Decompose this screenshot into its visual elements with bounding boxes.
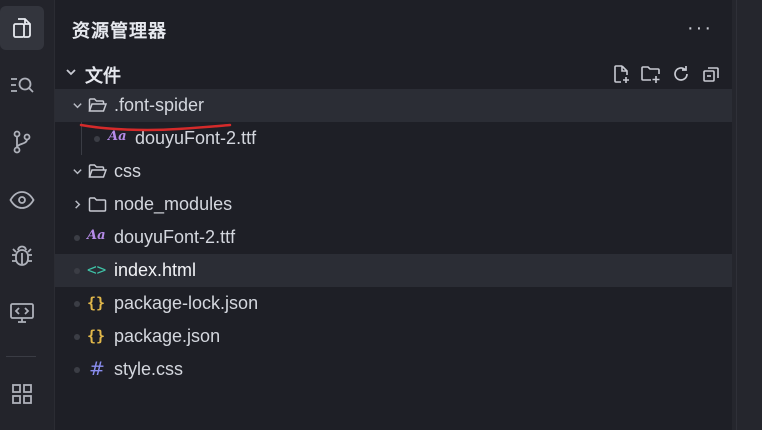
json-file-icon: {} [87,327,106,345]
bullet-dot [74,235,80,241]
folder-open-icon [88,164,107,178]
tree-item-node-modules[interactable]: node_modules [55,188,732,221]
section-title: 文件 [85,66,121,86]
new-folder-button[interactable] [639,62,663,86]
files-icon [13,18,31,38]
preview-button[interactable] [0,178,44,222]
tree-item-label: package.json [114,326,221,346]
tree-item-label: node_modules [114,194,233,214]
collapse-all-icon [703,67,719,82]
editor-area-edge [732,0,762,430]
activity-bar [0,0,55,430]
tree-item-label: .font-spider [114,95,205,115]
tree-item-label: css [114,161,141,181]
source-control-icon [13,130,31,154]
divider [736,0,737,430]
explorer-header: 资源管理器 ··· [55,0,732,56]
remote-explorer-button[interactable] [0,291,44,335]
folder-icon [88,197,107,212]
tree-item-css[interactable]: css [55,155,732,188]
font-file-icon: Aa [87,228,106,243]
tree-item-label: index.html [114,260,197,280]
section-actions [609,62,723,86]
activity-separator [6,356,36,357]
explorer-title: 资源管理器 [72,21,167,41]
refresh-button[interactable] [669,62,693,86]
preview-icon [9,191,35,209]
tree-item-label: douyuFont-2.ttf [114,227,236,247]
red-underline-annotation [79,123,232,132]
chevron-down-icon [73,169,82,175]
new-file-icon [614,65,629,83]
explorer-sidebar: 资源管理器 ··· 文件 .font-spider Aa douyuFont-2… [55,0,732,430]
search-icon [11,77,34,93]
chevron-right-icon [75,200,81,209]
bullet-dot [94,136,100,142]
extensions-button[interactable] [0,372,44,416]
chevron-down-icon [73,103,82,109]
files-button[interactable] [0,6,44,50]
more-actions-button[interactable]: ··· [687,18,713,38]
tree-item-index-html[interactable]: <> index.html [55,254,732,287]
css-file-icon: # [89,358,105,380]
json-file-icon: {} [87,294,106,312]
bullet-dot [74,268,80,274]
remote-explorer-icon [10,303,34,323]
files-section-header[interactable]: 文件 [55,58,732,88]
debug-icon [12,245,32,266]
chevron-down-icon [66,69,76,76]
search-button[interactable] [0,63,44,107]
extensions-icon [12,384,32,404]
tree-item-style-css[interactable]: # style.css [55,353,732,386]
bullet-dot [74,367,80,373]
tree-item-douyufont[interactable]: Aa douyuFont-2.ttf [55,221,732,254]
refresh-icon [674,66,688,81]
debug-button[interactable] [0,235,44,279]
tree-item-label: package-lock.json [114,293,259,313]
tree-item-package-lock-json[interactable]: {} package-lock.json [55,287,732,320]
collapse-all-button[interactable] [699,62,723,86]
tree-item-package-json[interactable]: {} package.json [55,320,732,353]
html-file-icon: <> [87,260,107,279]
tree-item-label: style.css [114,359,184,379]
bullet-dot [74,334,80,340]
new-folder-icon [641,66,660,83]
new-file-button[interactable] [609,62,633,86]
bullet-dot [74,301,80,307]
source-control-button[interactable] [0,120,44,164]
folder-open-icon [88,98,107,112]
